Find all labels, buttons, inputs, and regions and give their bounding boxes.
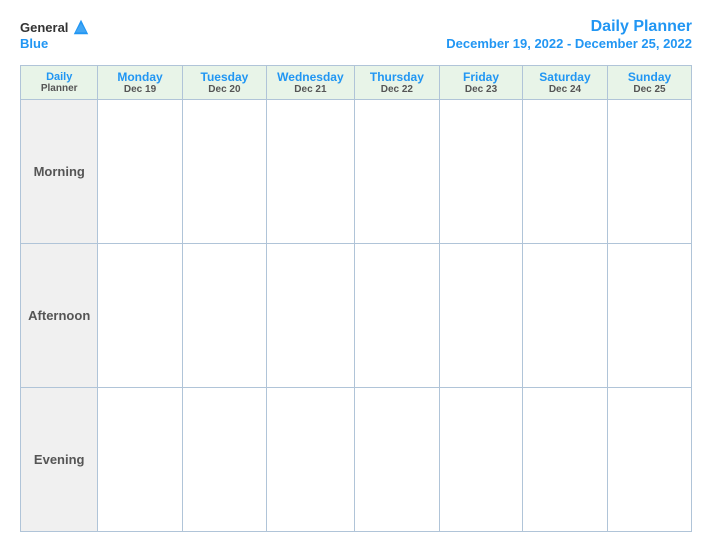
- saturday-name: Saturday: [525, 70, 605, 84]
- afternoon-sunday[interactable]: [608, 244, 692, 388]
- morning-friday[interactable]: [440, 100, 523, 244]
- page: General Blue Daily Planner December 19, …: [0, 0, 712, 550]
- evening-thursday[interactable]: [354, 388, 440, 532]
- header: General Blue Daily Planner December 19, …: [20, 18, 692, 51]
- morning-monday[interactable]: [98, 100, 182, 244]
- afternoon-saturday[interactable]: [522, 244, 607, 388]
- col-header-saturday: Saturday Dec 24: [522, 66, 607, 100]
- friday-date: Dec 23: [442, 84, 520, 95]
- title-area: Daily Planner December 19, 2022 - Decemb…: [446, 18, 692, 51]
- afternoon-tuesday[interactable]: [182, 244, 267, 388]
- afternoon-row: Afternoon: [21, 244, 692, 388]
- evening-saturday[interactable]: [522, 388, 607, 532]
- tuesday-date: Dec 20: [185, 84, 265, 95]
- afternoon-label: Afternoon: [21, 244, 98, 388]
- tuesday-name: Tuesday: [185, 70, 265, 84]
- col-header-friday: Friday Dec 23: [440, 66, 523, 100]
- morning-thursday[interactable]: [354, 100, 440, 244]
- evening-tuesday[interactable]: [182, 388, 267, 532]
- afternoon-wednesday[interactable]: [267, 244, 354, 388]
- afternoon-thursday[interactable]: [354, 244, 440, 388]
- monday-date: Dec 19: [100, 84, 179, 95]
- col-header-label: Daily Planner: [21, 66, 98, 100]
- evening-friday[interactable]: [440, 388, 523, 532]
- col-header-thursday: Thursday Dec 22: [354, 66, 440, 100]
- col-label-day-name: Daily: [23, 71, 95, 83]
- afternoon-monday[interactable]: [98, 244, 182, 388]
- thursday-name: Thursday: [357, 70, 438, 84]
- evening-label: Evening: [21, 388, 98, 532]
- wednesday-date: Dec 21: [269, 84, 351, 95]
- col-header-monday: Monday Dec 19: [98, 66, 182, 100]
- morning-sunday[interactable]: [608, 100, 692, 244]
- afternoon-friday[interactable]: [440, 244, 523, 388]
- thursday-date: Dec 22: [357, 84, 438, 95]
- sunday-date: Dec 25: [610, 84, 689, 95]
- friday-name: Friday: [442, 70, 520, 84]
- morning-saturday[interactable]: [522, 100, 607, 244]
- logo-blue: Blue: [20, 36, 48, 51]
- monday-name: Monday: [100, 70, 179, 84]
- col-header-wednesday: Wednesday Dec 21: [267, 66, 354, 100]
- evening-row: Evening: [21, 388, 692, 532]
- generalblue-icon: [72, 18, 90, 36]
- planner-date-range: December 19, 2022 - December 25, 2022: [446, 36, 692, 51]
- calendar-header-row: Daily Planner Monday Dec 19 Tuesday Dec …: [21, 66, 692, 100]
- logo-general: General: [20, 20, 68, 35]
- col-header-tuesday: Tuesday Dec 20: [182, 66, 267, 100]
- evening-wednesday[interactable]: [267, 388, 354, 532]
- evening-sunday[interactable]: [608, 388, 692, 532]
- planner-title: Daily Planner: [446, 18, 692, 36]
- logo-area: General Blue: [20, 18, 90, 51]
- morning-label: Morning: [21, 100, 98, 244]
- col-header-sunday: Sunday Dec 25: [608, 66, 692, 100]
- morning-tuesday[interactable]: [182, 100, 267, 244]
- sunday-name: Sunday: [610, 70, 689, 84]
- evening-monday[interactable]: [98, 388, 182, 532]
- col-label-day-name2: Planner: [23, 83, 95, 94]
- logo-blue-text: Blue: [20, 36, 48, 51]
- wednesday-name: Wednesday: [269, 70, 351, 84]
- calendar-table: Daily Planner Monday Dec 19 Tuesday Dec …: [20, 65, 692, 532]
- morning-row: Morning: [21, 100, 692, 244]
- logo-text: General: [20, 18, 90, 36]
- saturday-date: Dec 24: [525, 84, 605, 95]
- morning-wednesday[interactable]: [267, 100, 354, 244]
